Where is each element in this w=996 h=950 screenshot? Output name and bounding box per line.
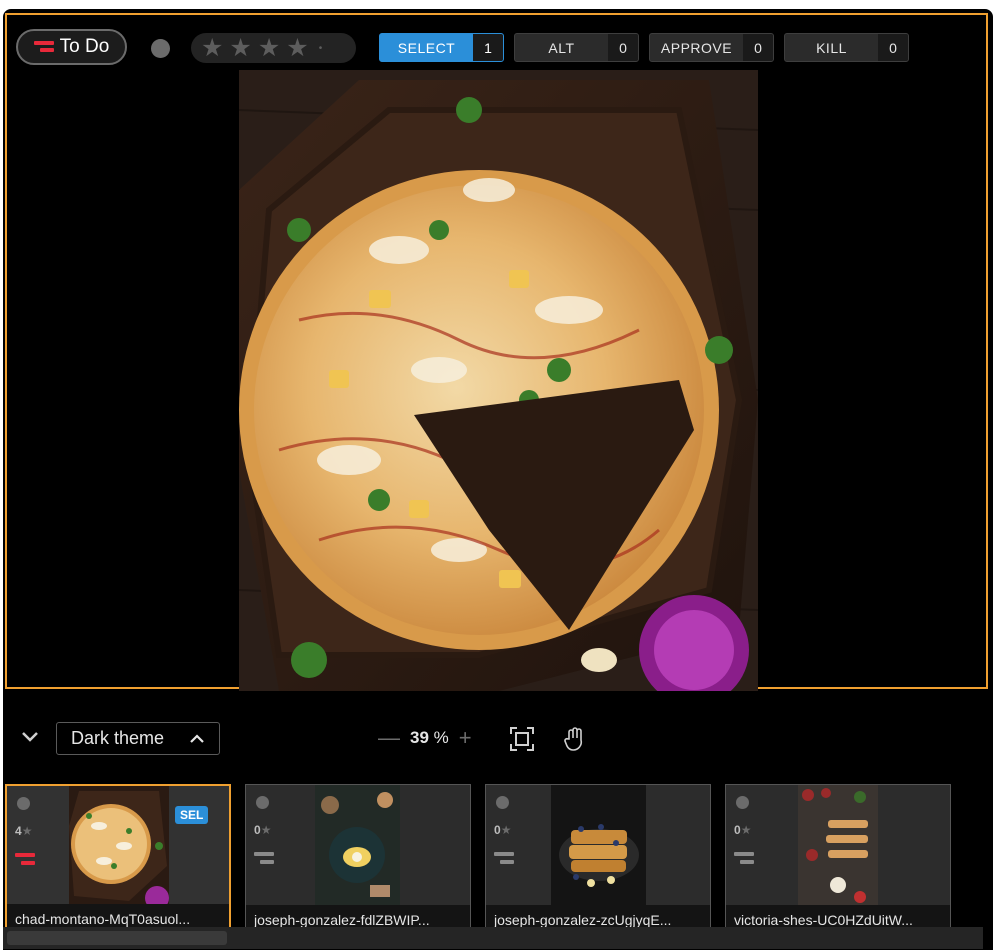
pan-hand-icon[interactable] xyxy=(563,726,587,757)
star-count: 0★ xyxy=(734,823,751,837)
zoom-number: 39 xyxy=(410,728,429,747)
chevron-up-icon xyxy=(190,733,204,743)
rating-clear-dot[interactable]: • xyxy=(319,43,323,54)
color-label-dot[interactable] xyxy=(496,796,509,809)
filmstrip-thumb[interactable]: 0★ joseph-gonzalez-zcUgjyqE... xyxy=(485,784,711,936)
star-icon: ★ xyxy=(500,823,512,837)
tag-count: 0 xyxy=(878,34,908,61)
tag-label: APPROVE xyxy=(660,39,733,56)
thumbnail-image xyxy=(69,786,169,906)
star-icon[interactable]: ★ xyxy=(201,33,223,63)
todo-flag-icon xyxy=(494,851,514,867)
star-count-value: 4 xyxy=(15,824,22,838)
tag-label: KILL xyxy=(816,39,847,56)
theme-label: Dark theme xyxy=(71,728,165,748)
tag-approve-button[interactable]: APPROVE 0 xyxy=(649,33,774,62)
color-label-dot[interactable] xyxy=(256,796,269,809)
star-count-value: 0 xyxy=(254,823,261,837)
image-viewer: To Do ★ ★ ★ ★ • SELECT 1 ALT 0 APPROVE 0… xyxy=(5,13,988,691)
star-icon: ★ xyxy=(740,823,752,837)
thumbnail-image xyxy=(315,785,400,905)
tag-kill-button[interactable]: KILL 0 xyxy=(784,33,909,62)
zoom-value: 39 % xyxy=(410,728,449,748)
star-icon[interactable]: ★ xyxy=(258,33,280,63)
app-window: To Do ★ ★ ★ ★ • SELECT 1 ALT 0 APPROVE 0… xyxy=(3,9,993,950)
tag-label: ALT xyxy=(548,39,575,56)
star-count: 0★ xyxy=(494,823,511,837)
zoom-unit: % xyxy=(433,728,449,747)
filmstrip-scrollbar[interactable] xyxy=(3,927,983,949)
zoom-out-button[interactable]: — xyxy=(378,725,400,751)
thumbnail-image xyxy=(551,785,646,905)
tag-alt-button[interactable]: ALT 0 xyxy=(514,33,639,62)
star-count-value: 0 xyxy=(734,823,741,837)
color-label-dot[interactable] xyxy=(17,797,30,810)
star-icon[interactable]: ★ xyxy=(229,33,251,63)
status-todo-button[interactable]: To Do xyxy=(16,29,127,65)
tag-select-button[interactable]: SELECT 1 xyxy=(379,33,504,62)
main-photo xyxy=(239,70,758,691)
color-label-dot[interactable] xyxy=(151,39,170,58)
todo-flag-icon xyxy=(734,851,754,867)
star-count: 4★ xyxy=(15,824,32,838)
todo-flag-icon xyxy=(254,851,274,867)
tag-label: SELECT xyxy=(397,39,456,56)
theme-dropdown[interactable]: Dark theme xyxy=(56,722,220,755)
filmstrip-thumb[interactable]: 0★ joseph-gonzalez-fdlZBWIP... xyxy=(245,784,471,936)
thumbnail-image xyxy=(798,785,878,905)
star-rating[interactable]: ★ ★ ★ ★ • xyxy=(191,33,356,63)
status-label: To Do xyxy=(59,36,110,57)
scrollbar-thumb[interactable] xyxy=(7,931,227,945)
star-icon[interactable]: ★ xyxy=(286,33,308,63)
star-icon: ★ xyxy=(21,824,33,838)
filmstrip-thumb[interactable]: 4★ SEL chad-montano-MqT0asuol... xyxy=(5,784,231,936)
fit-screen-icon[interactable] xyxy=(509,726,535,757)
star-icon: ★ xyxy=(260,823,272,837)
tag-count: 0 xyxy=(743,34,773,61)
collapse-chevron-icon[interactable] xyxy=(21,727,39,748)
tag-count: 1 xyxy=(473,34,503,61)
color-label-dot[interactable] xyxy=(736,796,749,809)
filmstrip-thumb[interactable]: 0★ victoria-shes-UC0HZdUitW... xyxy=(725,784,951,936)
star-count: 0★ xyxy=(254,823,271,837)
todo-flag-icon xyxy=(15,852,35,868)
tag-count: 0 xyxy=(608,34,638,61)
star-count-value: 0 xyxy=(494,823,501,837)
todo-flag-icon xyxy=(33,40,54,54)
zoom-control: — 39 % + xyxy=(378,725,472,751)
zoom-in-button[interactable]: + xyxy=(459,725,472,751)
select-badge: SEL xyxy=(175,806,209,824)
